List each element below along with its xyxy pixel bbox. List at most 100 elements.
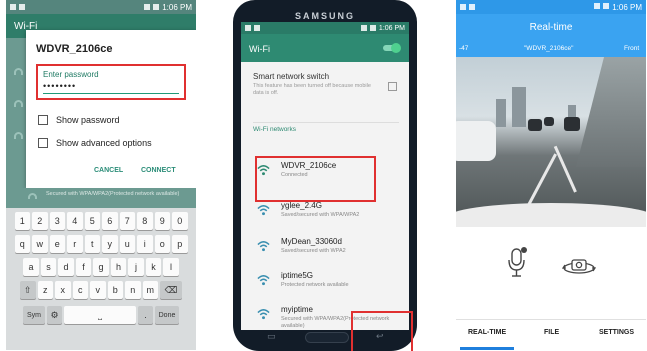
- wifi-signal-icon: [257, 309, 270, 320]
- page-title: Real-time: [529, 22, 573, 33]
- show-password-option[interactable]: Show password: [38, 115, 120, 125]
- show-advanced-option[interactable]: Show advanced options: [38, 138, 152, 148]
- period-key[interactable]: .: [138, 306, 153, 324]
- keyboard-top-row: qwertyuiop: [6, 235, 196, 253]
- key-2[interactable]: 2: [32, 212, 48, 230]
- show-password-checkbox[interactable]: [38, 115, 48, 125]
- active-tab-indicator: [460, 347, 514, 350]
- shift-key[interactable]: ⇧: [20, 281, 36, 299]
- realtime-header: Real-time -47 "WDVR_2106ce" Front: [456, 14, 646, 57]
- lane-marking: [526, 153, 557, 208]
- show-advanced-checkbox[interactable]: [38, 138, 48, 148]
- key-4[interactable]: 4: [67, 212, 83, 230]
- settings-gear-icon[interactable]: ⚙: [47, 306, 62, 324]
- tab-file[interactable]: FILE: [544, 329, 559, 336]
- password-label: Enter password: [43, 70, 99, 79]
- key-x[interactable]: x: [55, 281, 71, 299]
- key-p[interactable]: p: [172, 235, 188, 253]
- signal-strength: -47: [459, 45, 469, 52]
- wifi-signal-icon: [257, 205, 270, 216]
- key-5[interactable]: 5: [84, 212, 100, 230]
- key-3[interactable]: 3: [49, 212, 65, 230]
- notification-icon: [254, 25, 260, 31]
- key-b[interactable]: b: [107, 281, 123, 299]
- vehicle: [564, 117, 580, 131]
- vehicle: [528, 119, 542, 131]
- tab-settings[interactable]: SETTINGS: [599, 329, 634, 336]
- key-h[interactable]: h: [110, 258, 127, 276]
- building: [496, 99, 506, 127]
- key-f[interactable]: f: [75, 258, 92, 276]
- connected-network-highlight: [255, 156, 376, 202]
- smart-network-switch[interactable]: Smart network switch This feature has be…: [253, 72, 373, 97]
- soft-keyboard: 1234567890 qwertyuiop asdfghjkl ⇧ zxcvbn…: [6, 208, 196, 350]
- phone-screen: 1:06 PM Wi-Fi Smart network switch This …: [241, 22, 409, 330]
- back-button-highlight: [351, 311, 413, 351]
- key-d[interactable]: d: [58, 258, 74, 276]
- home-button[interactable]: [305, 332, 349, 343]
- backspace-key[interactable]: ⌫: [160, 281, 182, 299]
- key-q[interactable]: q: [14, 235, 30, 253]
- password-field[interactable]: Enter password ••••••••: [36, 64, 186, 100]
- network-item[interactable]: yglee_2.4G Saved/secured with WPA/WPA2: [255, 198, 395, 226]
- key-l[interactable]: l: [163, 258, 179, 276]
- tab-realtime[interactable]: REAL-TIME: [468, 329, 506, 336]
- wifi-password-screen: 1:06 PM Wi-Fi WDVR_2106ce Enter password…: [6, 0, 196, 350]
- key-c[interactable]: c: [72, 281, 88, 299]
- phone-brand: SAMSUNG: [294, 11, 355, 21]
- key-j[interactable]: j: [128, 258, 144, 276]
- key-8[interactable]: 8: [137, 212, 153, 230]
- key-k[interactable]: k: [145, 258, 162, 276]
- key-n[interactable]: n: [125, 281, 141, 299]
- key-6[interactable]: 6: [102, 212, 118, 230]
- microphone-icon[interactable]: [507, 247, 527, 279]
- battery-icon: [603, 2, 610, 9]
- wifi-icon: [14, 132, 23, 139]
- cancel-button[interactable]: CANCEL: [94, 167, 123, 174]
- notification-icon: [460, 4, 466, 10]
- switch-camera-icon[interactable]: [562, 257, 596, 275]
- key-u[interactable]: u: [119, 235, 135, 253]
- key-e[interactable]: e: [49, 235, 65, 253]
- password-input[interactable]: ••••••••: [43, 81, 179, 94]
- key-o[interactable]: o: [154, 235, 170, 253]
- live-video-feed[interactable]: [456, 57, 646, 227]
- status-time: 1:06 PM: [612, 2, 642, 12]
- key-9[interactable]: 9: [154, 212, 170, 230]
- key-m[interactable]: m: [142, 281, 158, 299]
- key-s[interactable]: s: [40, 258, 57, 276]
- menu-key-icon[interactable]: ▭: [267, 331, 276, 342]
- sym-key[interactable]: Sym: [23, 306, 45, 324]
- key-g[interactable]: g: [93, 258, 109, 276]
- key-v[interactable]: v: [90, 281, 106, 299]
- key-a[interactable]: a: [23, 258, 39, 276]
- key-r[interactable]: r: [67, 235, 83, 253]
- signal-icon: [594, 2, 601, 9]
- wifi-icon: [28, 193, 37, 199]
- key-w[interactable]: w: [32, 235, 48, 253]
- wifi-toggle[interactable]: [383, 43, 401, 53]
- key-7[interactable]: 7: [119, 212, 135, 230]
- notification-icon: [19, 4, 25, 10]
- key-1[interactable]: 1: [14, 212, 30, 230]
- key-y[interactable]: y: [102, 235, 118, 253]
- wifi-icon: [14, 68, 23, 75]
- smart-switch-desc: This feature has been turned off because…: [253, 83, 371, 96]
- vehicle: [544, 117, 554, 126]
- network-item[interactable]: iptime5G Protected network available: [255, 268, 395, 296]
- key-z[interactable]: z: [37, 281, 53, 299]
- key-0[interactable]: 0: [172, 212, 188, 230]
- key-i[interactable]: i: [137, 235, 153, 253]
- space-key[interactable]: ⎵: [64, 306, 136, 324]
- done-key[interactable]: Done: [155, 306, 179, 324]
- network-item[interactable]: MyDean_33060d Saved/secured with WPA2: [255, 234, 395, 262]
- network-name: iptime5G: [281, 271, 314, 280]
- overpass: [576, 57, 646, 167]
- key-t[interactable]: t: [84, 235, 100, 253]
- status-bar: 1:06 PM: [241, 22, 409, 34]
- notification-icon: [10, 4, 16, 10]
- keyboard-function-row: Sym ⚙ ⎵ . Done: [6, 306, 196, 324]
- keyboard-middle-row: asdfghjkl: [6, 258, 196, 276]
- connect-button[interactable]: CONNECT: [141, 167, 176, 174]
- smart-switch-checkbox[interactable]: [388, 82, 397, 91]
